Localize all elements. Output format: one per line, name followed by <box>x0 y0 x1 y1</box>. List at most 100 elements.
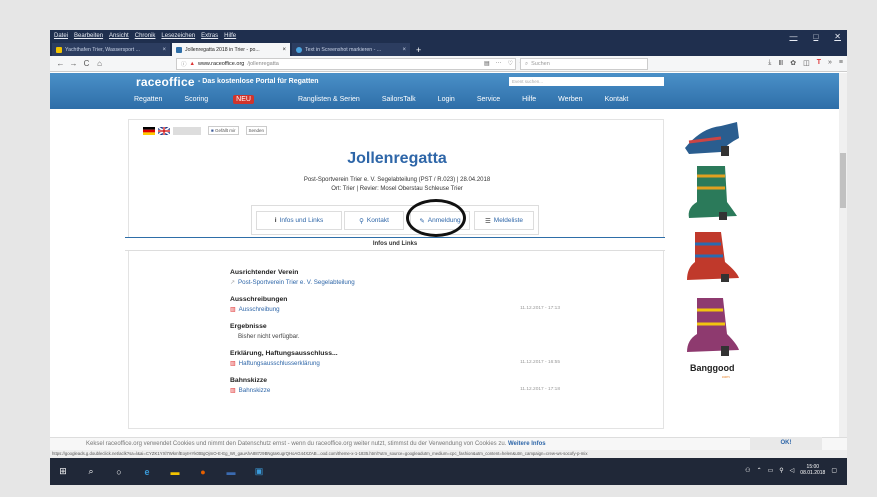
banggood-logo[interactable]: Banggood <box>690 363 735 373</box>
network-icon[interactable]: ⚲ <box>779 467 783 474</box>
library-icon[interactable]: Ⅲ <box>778 59 783 67</box>
event-search-input[interactable]: Event suchen... <box>509 77 664 86</box>
firefox-icon[interactable]: ● <box>196 465 210 479</box>
reader-icon[interactable]: ▤ <box>484 60 490 67</box>
ausschreibung-link[interactable]: Ausschreibung <box>239 306 280 313</box>
back-button[interactable]: ← <box>54 59 67 68</box>
nav-kontakt[interactable]: Kontakt <box>605 96 629 103</box>
system-tray: ⚇ ⌃ ▭ ⚲ ◁ 15:00 08.01.2018 ▢ <box>745 464 837 476</box>
cookie-more-link[interactable]: Weitere Infos <box>508 441 546 447</box>
new-tab-button[interactable]: + <box>416 43 421 56</box>
people-icon[interactable]: ⚇ <box>745 467 750 474</box>
url-host: www.raceoffice.org <box>197 61 245 67</box>
search-icon: ⌕ <box>525 60 529 67</box>
pin-icon: ⚲ <box>359 217 364 225</box>
menu-hilfe[interactable]: Hilfe <box>224 33 236 39</box>
overflow-icon[interactable]: » <box>828 59 832 67</box>
nav-sailorstalk[interactable]: SailorsTalk <box>382 96 416 103</box>
menu-datei[interactable]: Datei <box>54 33 68 39</box>
edge-icon[interactable]: e <box>140 465 154 479</box>
browser-window: Datei Bearbeiten Ansicht Chronik Lesezei… <box>50 30 847 485</box>
addon-t-icon[interactable]: T <box>817 59 821 67</box>
task-view-icon[interactable]: ○ <box>112 465 126 479</box>
more-icon[interactable]: ··· <box>496 60 502 67</box>
haftung-link[interactable]: Haftungsausschlusserklärung <box>239 360 320 367</box>
nav-ranglisten[interactable]: Ranglisten & Serien <box>298 96 360 103</box>
pocket-icon[interactable]: ♡ <box>508 60 513 67</box>
tab-meldeliste[interactable]: ☰ Meldeliste <box>474 211 534 230</box>
close-icon[interactable]: × <box>402 47 406 53</box>
clock-date: 08.01.2018 <box>800 470 826 476</box>
search-icon[interactable]: ⌕ <box>84 465 98 479</box>
close-window-button[interactable]: ✕ <box>834 32 841 41</box>
extension-icon[interactable]: ✿ <box>790 59 796 67</box>
cookie-text: Keksel raceoffice.org verwendet Cookies … <box>86 441 507 447</box>
bahnskizze-link[interactable]: Bahnskizze <box>239 387 271 394</box>
clock[interactable]: 15:00 08.01.2018 <box>800 464 825 476</box>
german-flag-icon[interactable] <box>143 126 155 135</box>
home-button[interactable]: ⌂ <box>93 59 106 68</box>
taskbar: ⊞ ⌕ ○ e ▬ ● ▬ ▣ ⚇ ⌃ ▭ ⚲ ◁ 15:00 08.01.20… <box>50 458 847 485</box>
hamburger-menu-icon[interactable]: ≡ <box>839 59 843 67</box>
nav-scoring-label: Scoring <box>184 96 209 103</box>
highlight-circle <box>406 199 466 237</box>
uk-flag-icon[interactable] <box>158 126 170 135</box>
tab-yachthafen[interactable]: Yachthafen Trier, Wassersport ... × <box>52 43 170 56</box>
nav-werben[interactable]: Werben <box>558 96 582 103</box>
section-heading: Bahnskizze <box>230 377 268 384</box>
page-scrollbar[interactable] <box>839 73 847 443</box>
send-button[interactable]: Senden <box>245 126 268 135</box>
app-icon[interactable]: ▣ <box>252 465 266 479</box>
minimize-button[interactable]: — <box>789 32 797 41</box>
menu-lesezeichen[interactable]: Lesezeichen <box>161 33 195 39</box>
boot-image-3 <box>687 232 739 282</box>
search-placeholder: Suchen <box>531 61 550 67</box>
download-icon[interactable]: ⤓ <box>768 59 771 67</box>
nav-hilfe[interactable]: Hilfe <box>522 96 536 103</box>
event-tabs: i Infos und Links ⚲ Kontakt ✎ Anmeldung ☰ Me… <box>251 205 539 235</box>
close-icon[interactable]: × <box>162 47 166 53</box>
tab-jollenregatta[interactable]: Jollenregatta 2018 in Trier - po... × <box>172 43 290 56</box>
nav-scoring[interactable]: Scoring NEU <box>184 95 276 104</box>
url-bar[interactable]: ⓘ ▲ www.raceoffice.org/jollenregatta <box>176 58 516 70</box>
nav-service[interactable]: Service <box>477 96 500 103</box>
url-path: /jollenregatta <box>247 61 279 67</box>
lock-warning-icon: ▲ <box>189 61 195 67</box>
site-logo[interactable]: raceoffice <box>136 75 195 89</box>
tab-infos-und-links[interactable]: i Infos und Links <box>256 211 342 230</box>
chevron-up-icon[interactable]: ⌃ <box>757 467 762 474</box>
volume-icon[interactable]: ◁ <box>790 467 795 474</box>
nav-bar: ← → C ⌂ ⓘ ▲ www.raceoffice.org/jollenreg… <box>50 56 847 72</box>
sidebar-icon[interactable]: ◫ <box>803 59 810 67</box>
explorer-icon[interactable]: ▬ <box>168 465 182 479</box>
tab-kontakt[interactable]: ⚲ Kontakt <box>344 211 404 230</box>
favicon-icon <box>56 46 62 53</box>
favicon-icon <box>296 46 302 53</box>
verein-link[interactable]: Post-Sportverein Trier e. V. Segelabteil… <box>238 279 355 286</box>
nav-regatten[interactable]: Regatten <box>134 96 162 103</box>
forward-button[interactable]: → <box>67 59 80 68</box>
mail-icon[interactable]: ▬ <box>224 465 238 479</box>
external-link-icon: ↗ <box>230 280 236 286</box>
maximize-button[interactable]: □ <box>813 32 818 41</box>
notification-icon[interactable]: ▢ <box>831 467 837 474</box>
windows-start-icon[interactable]: ⊞ <box>56 465 70 479</box>
menu-chronik[interactable]: Chronik <box>135 33 156 39</box>
scrollbar-thumb[interactable] <box>840 153 846 208</box>
menu-extras[interactable]: Extras <box>201 33 218 39</box>
pdf-icon: ▥ <box>230 361 236 367</box>
search-input[interactable]: ⌕ Suchen <box>520 58 648 70</box>
cookie-ok-button[interactable]: OK! <box>750 437 822 450</box>
section-ausschreibungen: Ausschreibungen ▥ Ausschreibung 11.12.2017… <box>230 296 560 313</box>
nav-login[interactable]: Login <box>438 96 455 103</box>
pdf-icon: ▥ <box>230 388 236 394</box>
boot-image-2 <box>688 166 737 220</box>
boot-image-4 <box>687 298 739 356</box>
tab-screenshot[interactable]: Text in Screenshot markieren - ... × <box>292 43 410 56</box>
menu-ansicht[interactable]: Ansicht <box>109 33 129 39</box>
close-icon[interactable]: × <box>282 47 286 53</box>
reload-button[interactable]: C <box>80 59 93 68</box>
menu-bearbeiten[interactable]: Bearbeiten <box>74 33 103 39</box>
battery-icon[interactable]: ▭ <box>768 467 774 474</box>
like-button[interactable]: ■ Gefällt mir <box>208 126 239 135</box>
